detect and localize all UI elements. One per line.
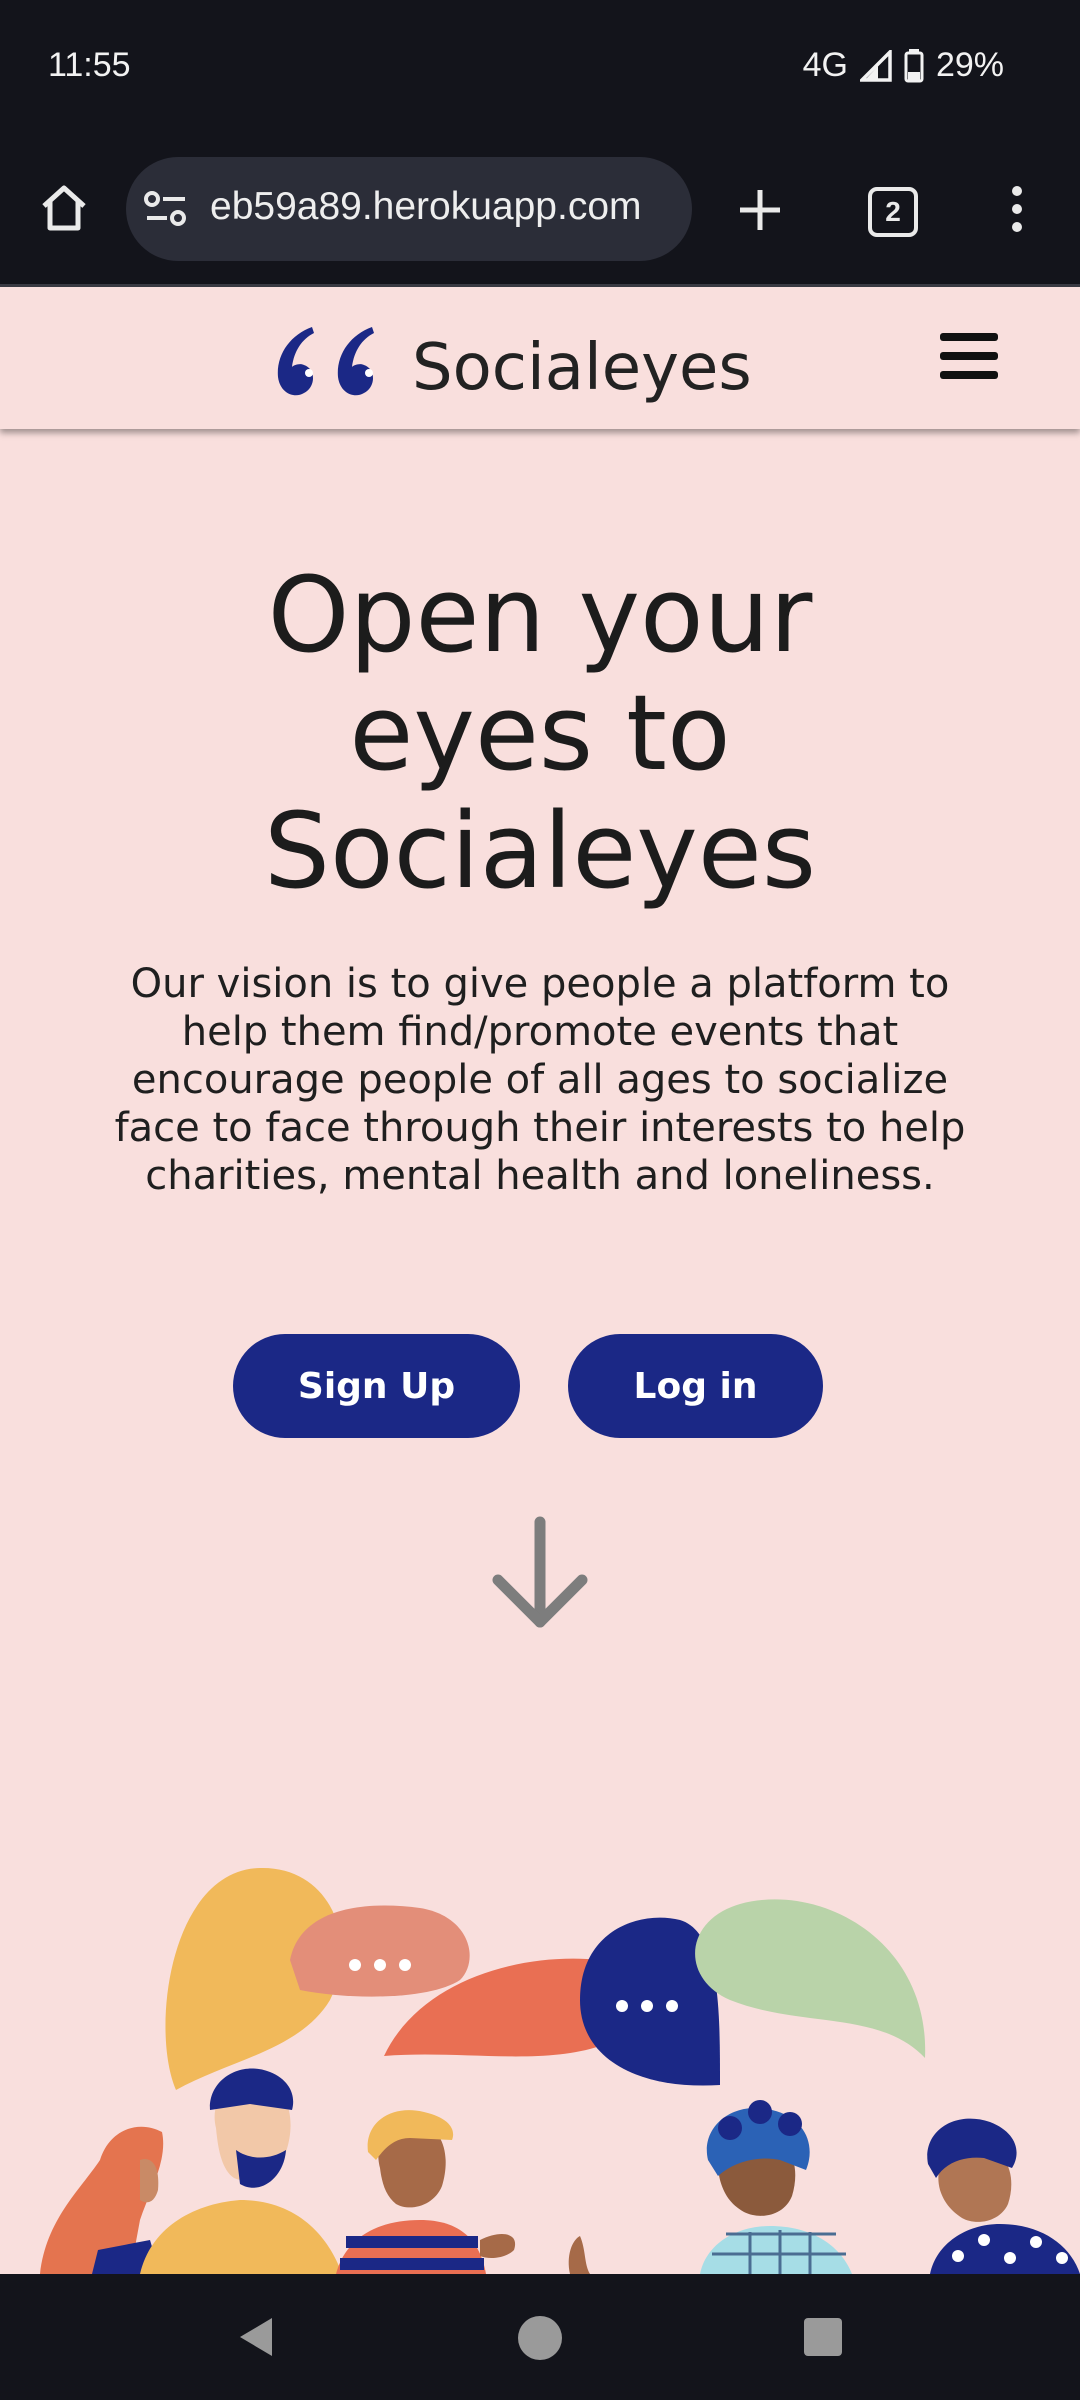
people-chatting-illustration [40, 1867, 1080, 2274]
status-bar: 11:55 4G 29% [0, 0, 1080, 136]
sign-up-button[interactable]: Sign Up [233, 1334, 520, 1438]
quote-logo-icon[interactable] [272, 315, 392, 405]
back-icon[interactable] [234, 2314, 280, 2360]
site-info-icon[interactable] [140, 187, 192, 231]
battery-level: 29% [935, 46, 1004, 84]
tabs-icon[interactable]: 2 [868, 187, 918, 237]
hero-description: Our vision is to give people a platform … [114, 961, 966, 1199]
log-in-button[interactable]: Log in [568, 1334, 823, 1438]
hamburger-icon[interactable] [940, 333, 998, 381]
url-text[interactable]: eb59a89.herokuapp.com [210, 185, 642, 229]
site-header: Socialeyes [0, 287, 1080, 429]
browser-toolbar: eb59a89.herokuapp.com 2 [0, 136, 1080, 287]
network-type: 4G [802, 46, 848, 84]
brand-name[interactable]: Socialeyes [412, 331, 752, 405]
signal-icon [859, 49, 892, 82]
status-indicators: 4G 29% [803, 46, 1004, 85]
battery-icon [904, 48, 924, 82]
new-tab-icon[interactable] [736, 186, 784, 234]
home-icon[interactable] [36, 180, 92, 236]
hero-title: Open your eyes to Socialeyes [263, 554, 817, 912]
home-circle-icon[interactable] [516, 2314, 564, 2362]
address-bar[interactable]: eb59a89.herokuapp.com [126, 157, 692, 261]
status-time: 11:55 [48, 46, 131, 84]
recents-icon[interactable] [802, 2316, 844, 2358]
system-nav-bar [0, 2274, 1080, 2400]
arrow-down-icon[interactable] [490, 1516, 590, 1634]
more-options-icon[interactable] [1000, 182, 1034, 236]
